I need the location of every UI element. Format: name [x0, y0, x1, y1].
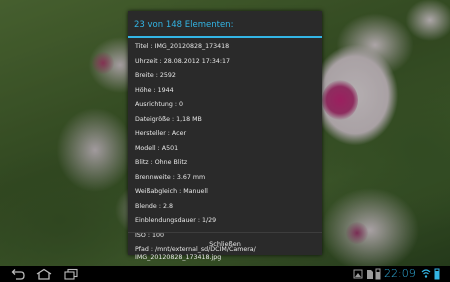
- system-navigation-bar: 22:09: [0, 266, 450, 282]
- detail-label: Hersteller: [135, 130, 166, 137]
- signal-battery-icon: [434, 268, 440, 280]
- detail-label: Uhrzeit: [135, 57, 158, 65]
- detail-label: Blende: [135, 202, 157, 210]
- detail-value: 2.8: [162, 202, 173, 210]
- detail-label: Breite: [135, 72, 154, 79]
- detail-label: Brennweite: [135, 173, 171, 181]
- detail-value: 3.67 mm: [176, 173, 206, 181]
- details-dialog: 23 von 148 Elementen: Titel : IMG_201208…: [128, 11, 322, 261]
- detail-value: IMG_20120828_173418: [154, 43, 230, 50]
- detail-row: Hersteller : Acer: [135, 130, 319, 145]
- detail-label: Höhe: [135, 86, 152, 94]
- detail-row: Weißabgleich : Manuell: [135, 188, 319, 203]
- detail-value: 1/29: [202, 217, 217, 224]
- detail-row: Ausrichtung : 0: [135, 101, 319, 116]
- detail-row: Einblendungsdauer : 1/29: [135, 217, 319, 232]
- detail-row: Titel : IMG_20120828_173418: [135, 43, 319, 58]
- detail-label: Dateigröße: [135, 115, 170, 123]
- clock[interactable]: 22:09: [384, 266, 416, 282]
- dialog-title: 23 von 148 Elementen:: [134, 20, 234, 30]
- detail-label: Weißabgleich: [135, 188, 178, 195]
- detail-label: Titel: [135, 43, 149, 50]
- detail-row: Modell : A501: [135, 145, 319, 160]
- details-list: Titel : IMG_20120828_173418 Uhrzeit : 28.…: [135, 43, 319, 261]
- detail-value: 28.08.2012 17:34:17: [163, 57, 231, 65]
- detail-row: Blende : 2.8: [135, 203, 319, 218]
- detail-label: Ausrichtung: [135, 101, 173, 108]
- detail-value: 1944: [157, 86, 174, 94]
- wifi-icon: [421, 269, 431, 278]
- detail-row: Breite : 2592: [135, 72, 319, 87]
- detail-value: 1,18 MB: [176, 115, 202, 123]
- picture-notification-icon[interactable]: [353, 268, 363, 280]
- detail-row: Dateigröße : 1,18 MB: [135, 116, 319, 131]
- detail-label: Modell: [135, 144, 156, 152]
- detail-label: Blitz: [135, 159, 149, 166]
- detail-label: Einblendungsdauer: [135, 217, 196, 224]
- detail-value: 0: [178, 101, 183, 108]
- title-divider: [128, 36, 322, 38]
- close-button[interactable]: Schließen: [128, 233, 322, 255]
- back-icon[interactable]: [10, 268, 26, 280]
- detail-value: A501: [161, 144, 179, 152]
- detail-row: Brennweite : 3.67 mm: [135, 174, 319, 189]
- home-icon[interactable]: [35, 268, 53, 280]
- detail-value: 2592: [159, 72, 176, 79]
- sd-card-icon: [367, 270, 373, 279]
- detail-value: Ohne Blitz: [154, 159, 188, 166]
- recent-apps-icon[interactable]: [63, 268, 79, 280]
- detail-row: Uhrzeit : 28.08.2012 17:34:17: [135, 58, 319, 73]
- detail-value: Acer: [171, 130, 187, 137]
- detail-row: Blitz : Ohne Blitz: [135, 159, 319, 174]
- detail-value: Manuell: [183, 188, 208, 195]
- battery-icon: [375, 268, 381, 280]
- detail-row: Höhe : 1944: [135, 87, 319, 102]
